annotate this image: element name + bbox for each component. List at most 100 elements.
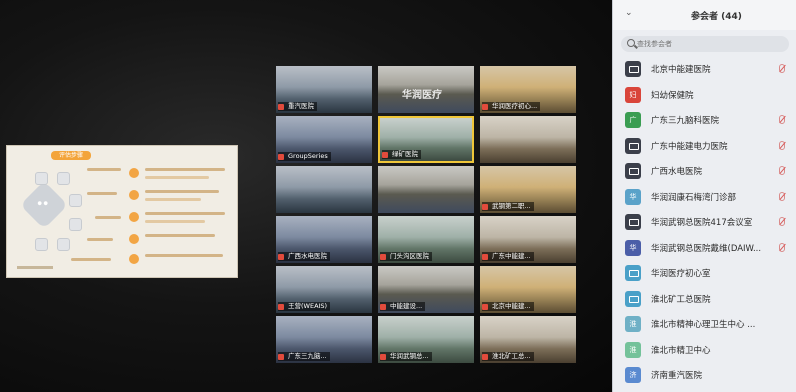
slide-bullet-icon [129,212,139,222]
slide-text-line [145,198,201,201]
participant-row[interactable]: 妇妇幼保健院 [613,84,796,106]
video-tile[interactable]: 广西水电医院 [276,216,372,263]
search-input[interactable] [637,36,785,52]
participant-name: 广东三九脑科医院 [651,116,720,126]
participant-row[interactable]: 淮淮北市精神心理卫生中心 ... [613,313,796,335]
participant-row[interactable]: 华华润武钢总医院戴维(DAIW... [613,237,796,259]
participant-row[interactable]: 济济南重汽医院 [613,364,796,386]
slide-node [35,172,48,185]
video-tile[interactable]: 华润医疗初心... [480,66,576,113]
slide-text-line [87,168,121,171]
participant-row[interactable]: 华润武钢总医院417会议室 [613,211,796,233]
participant-name: 华润武钢总医院戴维(DAIW... [651,243,762,254]
mic-muted-icon[interactable] [779,191,785,201]
slide-text-line [145,190,219,193]
slide-node [69,218,82,231]
video-tile[interactable] [276,166,372,213]
mic-muted-icon[interactable] [779,166,785,175]
slide-node [35,238,48,251]
letter-icon: 华 [625,239,641,256]
video-tile[interactable]: 重汽医院 [276,66,372,113]
video-tile[interactable]: 淮北矿工总... [480,316,576,363]
slide-bullet-icon [129,254,139,264]
mic-muted-icon[interactable] [779,64,785,73]
participant-row[interactable]: 华润医疗初心室 [613,262,796,284]
video-grid: 重汽医院华润医疗初心... GroupSeries 绿矿医院 武钢第二职... 广西水电… [272,66,612,366]
search-icon [627,39,635,47]
video-tile-label: 广东中能建... [482,252,534,261]
mic-muted-icon [278,354,284,360]
mic-muted-icon [380,254,386,260]
video-tile-label: 王营(WEAIS) [278,302,331,311]
participant-name: 淮北矿工总医院 [651,294,711,305]
monitor-icon [625,61,641,77]
letter-icon: 华 [625,188,641,205]
video-tile[interactable]: 广东中能建... [480,216,576,263]
slide-node [57,172,70,185]
video-tile[interactable]: 门头沟区医院 [378,216,474,263]
slide-text-line [145,254,223,257]
panel-title: 参会者 (44) [691,12,742,22]
mic-muted-icon[interactable] [779,217,785,226]
slide-text-line [145,220,205,223]
shared-slide: 评估步骤 ● ● [6,145,238,278]
slide-text-line [145,168,225,171]
mic-muted-icon[interactable] [779,115,785,124]
video-tile-label: 中能建设... [380,302,426,311]
video-tile[interactable]: 王营(WEAIS) [276,266,372,313]
video-tile-label: 北京中能建... [482,302,534,311]
slide-text-line [71,258,111,261]
mic-muted-icon [278,154,284,160]
video-tile[interactable]: 武钢第二职... [480,166,576,213]
monitor-icon [625,137,641,154]
video-tile[interactable]: 中能建设... [378,266,474,313]
mic-muted-icon [278,104,284,110]
mic-muted-icon [482,204,488,210]
participant-row[interactable]: 华华润润康石梅湾门诊部 [613,186,796,208]
participant-name: 华润润康石梅湾门诊部 [651,192,737,203]
video-tile[interactable]: 绿矿医院 [378,116,474,163]
participant-row[interactable]: 北京中能建医院 [613,58,796,80]
video-tile-label: 华润武钢总... [380,352,432,361]
mic-muted-icon [482,304,488,310]
video-tile[interactable]: 北京中能建... [480,266,576,313]
mic-muted-icon [482,254,488,260]
slide-bullet-icon [129,190,139,200]
mic-muted-icon[interactable] [779,242,785,252]
slide-text-line [87,192,117,195]
participant-row[interactable]: 淮北矿工总医院 [613,288,796,310]
collapse-chevron-icon[interactable]: ⌄ [625,8,633,18]
video-tile[interactable]: GroupSeries [276,116,372,163]
participant-name: 北京中能建医院 [651,65,711,75]
participant-row[interactable]: 广东中能建电力医院 [613,135,796,157]
slide-title: 评估步骤 [51,151,91,160]
panel-header: ⌄ 参会者 (44) [613,0,796,30]
video-tile-label: 华润医疗初心... [482,102,541,111]
participant-name: 广东中能建电力医院 [651,141,728,152]
number-icon: 妇 [625,86,641,103]
participant-search[interactable] [621,36,789,52]
slide-text-line [95,216,121,219]
mic-muted-icon[interactable] [779,140,785,150]
video-tile-label: 广东三九脑... [278,352,330,361]
video-tile[interactable] [378,166,474,213]
letter-icon: 淮 [625,316,641,332]
participant-row[interactable]: 淮淮北市精卫中心 [613,339,796,361]
slide-node [57,238,70,251]
slide-text-line [145,176,209,179]
participant-row[interactable]: 广广东三九脑科医院 [613,109,796,131]
mic-muted-icon [380,304,386,310]
video-tile[interactable]: 广东三九脑... [276,316,372,363]
slide-text-line [87,238,113,241]
video-tile[interactable]: 华润武钢总... [378,316,474,363]
slide-text-line [145,234,215,237]
participant-name: 华润医疗初心室 [651,269,711,279]
slide-node [69,194,82,207]
letter-icon: 淮 [625,341,641,358]
mic-muted-icon [278,254,284,260]
participant-row[interactable]: 广西水电医院 [613,160,796,182]
monitor-icon [625,290,641,307]
participant-name: 华润武钢总医院417会议室 [651,218,753,228]
video-tile[interactable] [480,116,576,163]
center-participant-name: 华润医疗 [402,90,442,101]
